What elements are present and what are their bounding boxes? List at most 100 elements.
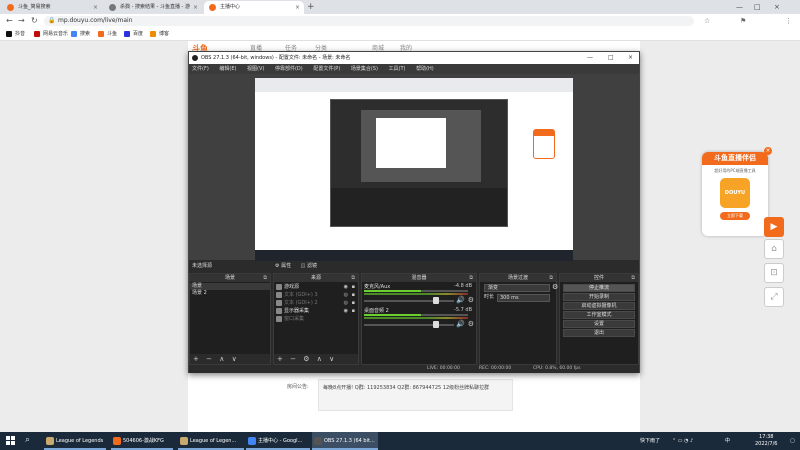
gear-icon[interactable]: ⚙: [552, 283, 558, 292]
move-down-icon[interactable]: ∨: [329, 355, 334, 363]
studio-mode-button[interactable]: 工作室模式: [563, 311, 635, 319]
browser-tab[interactable]: 杀戮 - 搜索结果 - 斗鱼直播 - 游 ×: [104, 1, 202, 14]
source-item[interactable]: 显示器采集 ◉ ▪: [274, 307, 358, 315]
properties-button[interactable]: ⚙ 属性: [275, 263, 291, 269]
scene-item[interactable]: 场景: [190, 283, 270, 290]
maximize-icon[interactable]: □: [608, 52, 614, 64]
close-window-icon[interactable]: ×: [628, 52, 633, 64]
play-icon[interactable]: ▶: [764, 217, 784, 237]
taskbar-app[interactable]: League of Legen...: [178, 432, 244, 450]
notification-icon[interactable]: ▢: [790, 432, 795, 450]
tray-icons[interactable]: ⌃ ▭ ◔ ♪: [672, 432, 693, 450]
weather-text[interactable]: 快下雨了: [640, 432, 660, 450]
volume-slider-handle[interactable]: [432, 297, 439, 304]
dock-float-icon[interactable]: ⧉: [469, 274, 473, 282]
transition-select[interactable]: 渐变: [484, 284, 550, 292]
dock-float-icon[interactable]: ⧉: [263, 274, 267, 282]
menu-edit[interactable]: 编辑(E): [219, 66, 236, 72]
volume-slider[interactable]: [364, 324, 454, 326]
dock-float-icon[interactable]: ⧉: [631, 274, 635, 282]
bookmark-item[interactable]: 网易云音乐: [34, 28, 68, 41]
bookmark-star-icon[interactable]: ☆: [704, 14, 710, 28]
expand-icon[interactable]: ⤢: [764, 287, 784, 307]
gear-icon[interactable]: ⚙: [303, 355, 309, 363]
minimize-icon[interactable]: —: [587, 52, 593, 64]
visibility-icon[interactable]: ◉: [344, 283, 348, 291]
speaker-icon[interactable]: 🔊: [456, 320, 465, 328]
close-tab-icon[interactable]: ×: [193, 1, 198, 14]
menu-help[interactable]: 帮助(H): [416, 66, 434, 72]
language-indicator[interactable]: 中: [725, 432, 730, 450]
new-tab-button[interactable]: +: [307, 0, 315, 14]
bookmark-item[interactable]: 斗鱼: [98, 28, 117, 41]
visibility-icon[interactable]: ◎: [344, 291, 348, 299]
close-tab-icon[interactable]: ×: [295, 1, 300, 14]
lock-icon[interactable]: ▪: [352, 307, 355, 315]
menu-profile[interactable]: 配置文件(P): [313, 66, 340, 72]
browser-tab[interactable]: 斗鱼_简易搜索 ×: [2, 1, 102, 14]
back-icon[interactable]: ←: [6, 14, 13, 28]
system-clock[interactable]: 17:38 2022/7/6: [755, 434, 777, 448]
taskbar-app[interactable]: 504606-激战KFG: [111, 432, 173, 450]
virtual-camera-button[interactable]: 启动虚拟摄像机: [563, 302, 635, 310]
move-up-icon[interactable]: ∧: [317, 355, 322, 363]
add-icon[interactable]: +: [193, 355, 199, 363]
download-button[interactable]: 立即下载: [720, 212, 750, 220]
search-icon[interactable]: ⌕: [25, 435, 30, 445]
visibility-icon[interactable]: ◎: [344, 299, 348, 307]
bookmark-item[interactable]: 博客: [150, 28, 169, 41]
source-item[interactable]: 窗口采集: [274, 315, 358, 323]
menu-tools[interactable]: 工具(T): [389, 66, 406, 72]
browser-tab-active[interactable]: 主播中心 ×: [204, 1, 304, 14]
menu-scene-collection[interactable]: 场景集合(S): [351, 66, 378, 72]
taskbar-app[interactable]: League of Legends: [44, 432, 106, 450]
gear-icon[interactable]: ⚙: [468, 296, 474, 304]
start-recording-button[interactable]: 开始录制: [563, 293, 635, 301]
notice-textarea[interactable]: 每晚8点开播! Q群: 119253834 Q2群: 867944725 12级…: [318, 379, 513, 411]
home-icon[interactable]: ⌂: [764, 239, 784, 259]
remove-icon[interactable]: −: [206, 355, 212, 363]
minimize-icon[interactable]: —: [736, 0, 743, 14]
lock-icon[interactable]: ▪: [352, 299, 355, 307]
lock-icon[interactable]: ▪: [352, 283, 355, 291]
taskbar-app-active[interactable]: OBS 27.1.3 (64 bit...: [312, 432, 378, 450]
extension-icon[interactable]: ⚑: [740, 14, 746, 28]
source-item[interactable]: 文本 (GDI+) 2 ◎ ▪: [274, 299, 358, 307]
gear-icon[interactable]: ⚙: [468, 320, 474, 328]
source-item[interactable]: 游戏源 ◉ ▪: [274, 283, 358, 291]
exit-button[interactable]: 退出: [563, 329, 635, 337]
source-item[interactable]: 文本 (GDI+) 3 ◎ ▪: [274, 291, 358, 299]
taskbar-app[interactable]: 主播中心 - Googl...: [246, 432, 310, 450]
filters-button[interactable]: ◫ 滤镜: [301, 263, 317, 269]
bookmark-item[interactable]: 搜索: [71, 28, 90, 41]
scene-item[interactable]: 场景 2: [190, 290, 270, 297]
add-icon[interactable]: +: [277, 355, 283, 363]
bookmark-item[interactable]: 抖音: [6, 28, 25, 41]
close-icon[interactable]: ×: [764, 147, 772, 155]
visibility-icon[interactable]: ◉: [344, 307, 348, 315]
url-text[interactable]: mp.douyu.com/live/main: [58, 14, 133, 28]
forward-icon[interactable]: →: [18, 14, 25, 28]
windows-start-icon[interactable]: [6, 436, 16, 446]
settings-button[interactable]: 设置: [563, 320, 635, 328]
dock-float-icon[interactable]: ⧉: [351, 274, 355, 282]
volume-slider-handle[interactable]: [432, 321, 439, 328]
lock-icon[interactable]: ▪: [352, 291, 355, 299]
close-tab-icon[interactable]: ×: [93, 1, 98, 14]
menu-icon[interactable]: ⋮: [785, 14, 792, 28]
menu-file[interactable]: 文件(F): [192, 66, 209, 72]
close-window-icon[interactable]: ×: [774, 0, 780, 14]
obs-preview[interactable]: [189, 74, 639, 261]
bookmark-item[interactable]: 百度: [124, 28, 143, 41]
remove-icon[interactable]: −: [290, 355, 296, 363]
move-down-icon[interactable]: ∨: [232, 355, 237, 363]
menu-view[interactable]: 视图(V): [247, 66, 264, 72]
speaker-icon[interactable]: 🔊: [456, 296, 465, 304]
dock-float-icon[interactable]: ⧉: [549, 274, 553, 282]
screen-icon[interactable]: ⊡: [764, 263, 784, 283]
volume-slider[interactable]: [364, 300, 454, 302]
stop-streaming-button[interactable]: 停止推流: [563, 284, 635, 292]
maximize-icon[interactable]: □: [754, 0, 761, 14]
reload-icon[interactable]: ↻: [31, 14, 38, 28]
menu-docks[interactable]: 停靠部件(D): [275, 66, 303, 72]
